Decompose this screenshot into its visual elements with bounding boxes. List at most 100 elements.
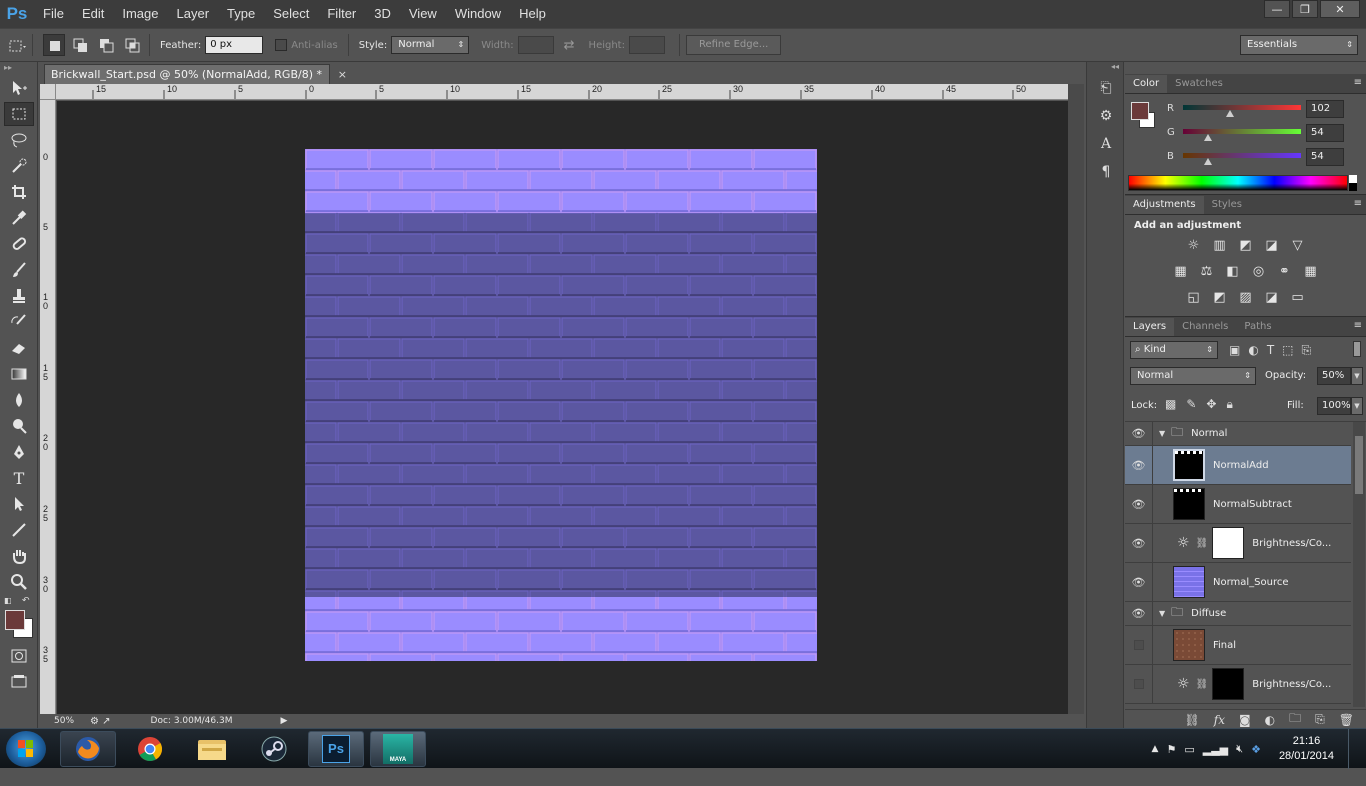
- blue-slider[interactable]: B 54: [1125, 148, 1365, 168]
- default-colors-icon[interactable]: ◧: [4, 596, 12, 605]
- visibility-eye-icon[interactable]: 👁︎: [1125, 563, 1153, 601]
- feather-input[interactable]: 0 px: [205, 36, 264, 54]
- quick-selection-tool-icon[interactable]: [4, 154, 34, 178]
- chevron-down-icon[interactable]: ▼: [1159, 429, 1165, 438]
- collapse-icon[interactable]: ▸▸: [0, 62, 37, 74]
- menu-select[interactable]: Select: [264, 0, 318, 28]
- filter-pixel-icon[interactable]: ▣: [1229, 343, 1240, 358]
- exposure-icon[interactable]: ◪: [1262, 236, 1282, 256]
- width-input[interactable]: [517, 36, 554, 54]
- panel-menu-icon[interactable]: ≡: [1354, 198, 1362, 209]
- color-balance-icon[interactable]: ⚖: [1197, 262, 1217, 282]
- lock-pixels-icon[interactable]: ✎: [1186, 397, 1196, 412]
- status-icon[interactable]: ⚙ ↗: [90, 716, 111, 727]
- type-tool-icon[interactable]: T: [4, 466, 34, 490]
- menu-view[interactable]: View: [400, 0, 446, 28]
- menu-layer[interactable]: Layer: [168, 0, 219, 28]
- menu-type[interactable]: Type: [218, 0, 264, 28]
- visibility-toggle-empty[interactable]: [1125, 626, 1153, 664]
- lock-transparent-icon[interactable]: ▩: [1165, 397, 1176, 412]
- new-adjustment-icon[interactable]: ◐: [1265, 713, 1275, 727]
- maya-taskbar-button[interactable]: MAYA: [370, 731, 426, 767]
- canvas-area[interactable]: [57, 101, 1068, 714]
- show-hidden-icons-icon[interactable]: ▲: [1152, 744, 1159, 754]
- crop-tool-icon[interactable]: [4, 180, 34, 204]
- start-button[interactable]: [6, 731, 46, 767]
- selective-color-icon[interactable]: ◪: [1262, 288, 1282, 308]
- visibility-eye-icon[interactable]: 👁︎: [1125, 446, 1153, 484]
- paragraph-panel-icon[interactable]: ¶: [1093, 160, 1119, 184]
- marquee-preset-icon[interactable]: [4, 34, 26, 56]
- swap-icon[interactable]: ⇄: [564, 38, 575, 53]
- quick-mask-icon[interactable]: [4, 644, 34, 668]
- swap-colors-icon[interactable]: ↶: [22, 596, 30, 606]
- path-selection-tool-icon[interactable]: [4, 492, 34, 516]
- chrome-taskbar-button[interactable]: [122, 731, 178, 767]
- red-thumb[interactable]: [1226, 110, 1234, 117]
- status-menu-arrow-icon[interactable]: ▶: [280, 716, 287, 726]
- visibility-eye-icon[interactable]: 👁︎: [1125, 524, 1153, 562]
- hue-saturation-icon[interactable]: ▦: [1171, 262, 1191, 282]
- layer-row-group-diffuse[interactable]: 👁︎ ▼ 🗀︎ Diffuse: [1125, 602, 1351, 626]
- dropbox-icon[interactable]: ❖: [1251, 743, 1261, 756]
- add-to-selection-icon[interactable]: [69, 34, 91, 56]
- antialias-checkbox[interactable]: [275, 39, 288, 51]
- zoom-level[interactable]: 50%: [54, 716, 74, 726]
- blue-value[interactable]: 54: [1306, 148, 1344, 166]
- foreground-color-swatch[interactable]: [5, 610, 25, 630]
- height-input[interactable]: [628, 36, 665, 54]
- expand-panels-icon[interactable]: ◂◂: [1087, 62, 1123, 72]
- curves-icon[interactable]: ◩: [1236, 236, 1256, 256]
- layer-row-final[interactable]: Final: [1125, 626, 1351, 665]
- visibility-toggle-empty[interactable]: [1125, 665, 1153, 703]
- fill-input[interactable]: 100%: [1317, 397, 1351, 415]
- green-value[interactable]: 54: [1306, 124, 1344, 142]
- pen-tool-icon[interactable]: [4, 440, 34, 464]
- steam-taskbar-button[interactable]: [246, 731, 302, 767]
- refine-edge-button[interactable]: Refine Edge...: [685, 35, 782, 55]
- levels-icon[interactable]: ▥: [1210, 236, 1230, 256]
- tab-paths[interactable]: Paths: [1236, 318, 1279, 336]
- workspace-select[interactable]: Essentials ⇕: [1240, 35, 1358, 55]
- invert-icon[interactable]: ◱: [1184, 288, 1204, 308]
- filter-toggle[interactable]: [1353, 341, 1361, 357]
- healing-brush-tool-icon[interactable]: [4, 232, 34, 256]
- lock-position-icon[interactable]: ✥: [1206, 397, 1216, 412]
- show-desktop-button[interactable]: [1348, 729, 1358, 769]
- color-lookup-icon[interactable]: ▦: [1301, 262, 1321, 282]
- tab-adjustments[interactable]: Adjustments: [1125, 196, 1204, 214]
- visibility-eye-icon[interactable]: 👁︎: [1125, 422, 1153, 445]
- filter-smart-object-icon[interactable]: ⎘: [1302, 343, 1312, 358]
- zoom-tool-icon[interactable]: [4, 570, 34, 594]
- brush-tool-icon[interactable]: [4, 258, 34, 282]
- new-layer-icon[interactable]: ⎘: [1315, 712, 1325, 727]
- new-selection-icon[interactable]: [43, 34, 65, 56]
- chevron-down-icon[interactable]: ▼: [1159, 609, 1165, 618]
- layer-row-normal-source[interactable]: 👁︎ Normal_Source: [1125, 563, 1351, 602]
- layer-row-normalsubtract[interactable]: 👁︎ NormalSubtract: [1125, 485, 1351, 524]
- menu-file[interactable]: File: [34, 0, 73, 28]
- action-center-flag-icon[interactable]: ⚑: [1166, 743, 1176, 756]
- properties-panel-icon[interactable]: ⚙: [1093, 104, 1119, 128]
- green-slider[interactable]: G 54: [1125, 124, 1365, 144]
- gradient-tool-icon[interactable]: [4, 362, 34, 386]
- blue-thumb[interactable]: [1204, 158, 1212, 165]
- menu-image[interactable]: Image: [113, 0, 167, 28]
- red-slider[interactable]: R 102: [1125, 100, 1365, 120]
- minimize-button[interactable]: —: [1264, 0, 1290, 18]
- history-panel-icon[interactable]: ⎗: [1093, 76, 1119, 100]
- panel-menu-icon[interactable]: ≡: [1354, 77, 1362, 88]
- white-chip[interactable]: [1349, 175, 1357, 183]
- panel-menu-icon[interactable]: ≡: [1354, 320, 1362, 331]
- move-tool-icon[interactable]: [4, 76, 34, 100]
- fx-icon[interactable]: fx: [1214, 713, 1225, 727]
- clone-stamp-tool-icon[interactable]: [4, 284, 34, 308]
- layer-row-brightness-contrast[interactable]: 👁︎ ☼ ⛓︎ Brightness/Co...: [1125, 524, 1351, 563]
- menu-edit[interactable]: Edit: [73, 0, 113, 28]
- photoshop-taskbar-button[interactable]: Ps: [308, 731, 364, 767]
- photo-filter-icon[interactable]: ◎: [1249, 262, 1269, 282]
- lasso-tool-icon[interactable]: [4, 128, 34, 152]
- power-icon[interactable]: ▭: [1184, 743, 1194, 756]
- threshold-icon[interactable]: ▨: [1236, 288, 1256, 308]
- explorer-taskbar-button[interactable]: [184, 731, 240, 767]
